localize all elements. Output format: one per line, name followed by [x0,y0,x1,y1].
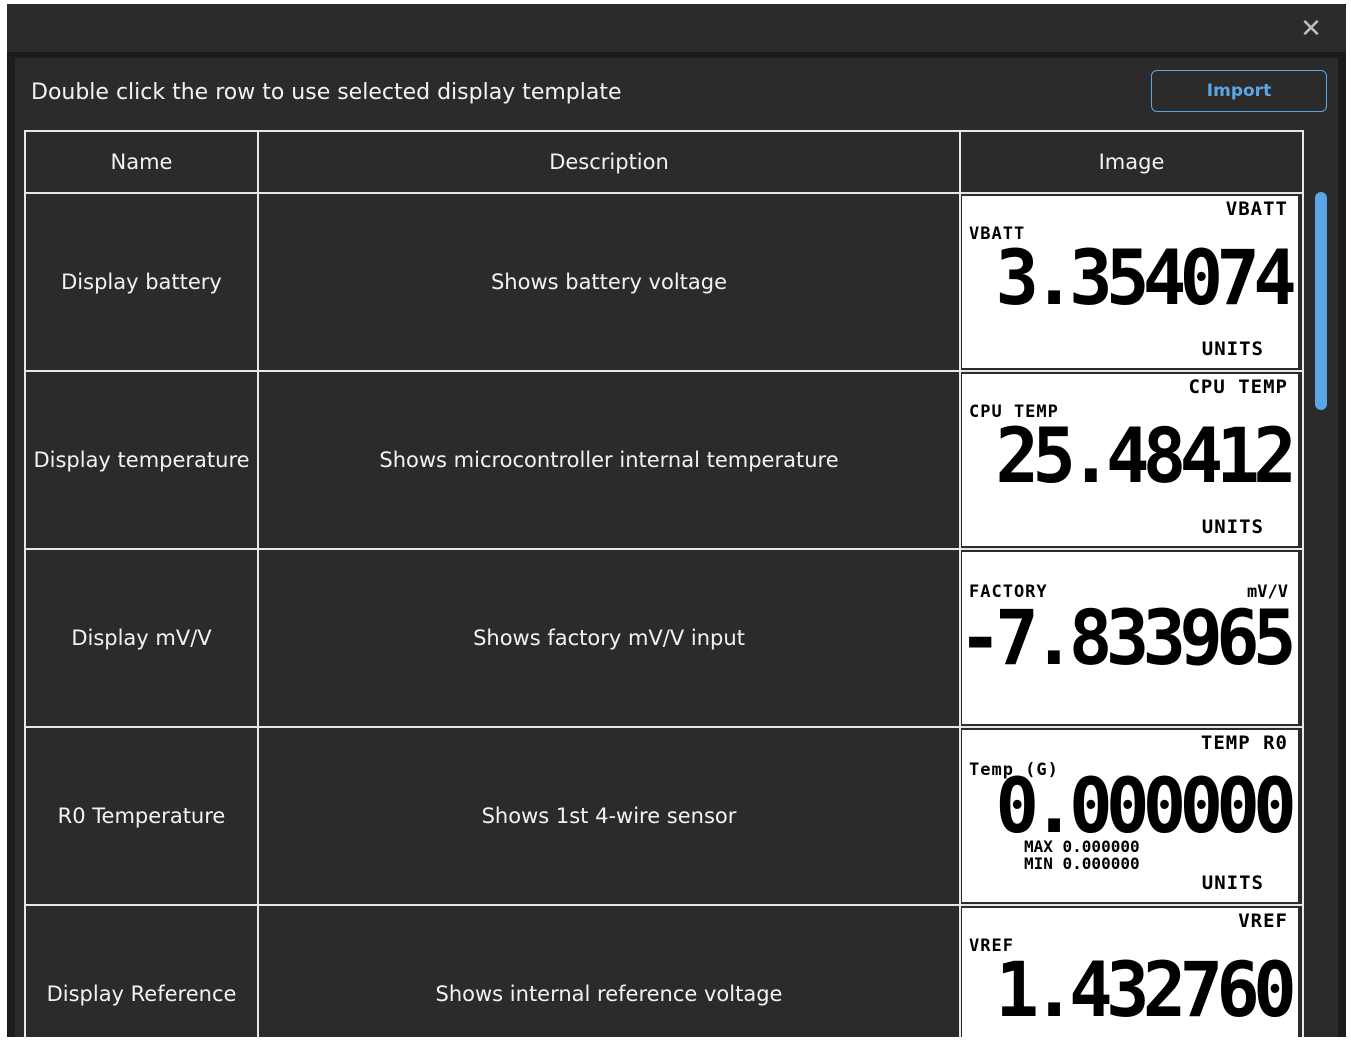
lcd-units: UNITS [1201,872,1264,894]
table-row[interactable]: Display temperature Shows microcontrolle… [24,370,1304,550]
templates-table-container: Name Description Image Display battery S… [24,130,1304,1037]
lcd-preview: VBATT VBATT 3.354074 UNITS [962,196,1298,368]
title-bar: ✕ [7,4,1346,52]
table-header-row: Name Description Image [24,130,1304,194]
lcd-title: TEMP R0 [1200,732,1288,754]
lcd-preview: FACTORY mV/V -7.833965 [962,552,1298,724]
scrollbar-thumb[interactable] [1315,192,1327,410]
lcd-value: -7.833965 [962,593,1297,682]
import-button[interactable]: Import [1151,70,1327,112]
lcd-value: 25.48412 [995,411,1296,500]
cell-description: Shows internal reference voltage [257,904,961,1037]
table-row[interactable]: R0 Temperature Shows 1st 4-wire sensor T… [24,726,1304,906]
table-row[interactable]: Display Reference Shows internal referen… [24,904,1304,1037]
cell-image: VREF VREF 1.432760 [959,904,1304,1037]
lcd-units: UNITS [1201,338,1264,360]
lcd-value: 1.432760 [995,945,1296,1034]
lcd-value: 3.354074 [995,233,1296,322]
cell-name: R0 Temperature [24,726,259,906]
instructions-text: Double click the row to use selected dis… [31,80,622,105]
lcd-units: UNITS [1201,516,1264,538]
lcd-title: VREF [1238,910,1288,932]
table-row[interactable]: Display battery Shows battery voltage VB… [24,192,1304,372]
cell-name: Display Reference [24,904,259,1037]
lcd-title: VBATT [1225,198,1288,220]
cell-image: FACTORY mV/V -7.833965 [959,548,1304,728]
lcd-title: CPU TEMP [1188,376,1288,398]
cell-description: Shows factory mV/V input [257,548,961,728]
lcd-preview: TEMP R0 Temp (G) 0.000000 MAX 0.000000 M… [962,730,1298,902]
cell-image: CPU TEMP CPU TEMP 25.48412 UNITS [959,370,1304,550]
cell-name: Display mV/V [24,548,259,728]
table-row[interactable]: Display mV/V Shows factory mV/V input FA… [24,548,1304,728]
lcd-preview: VREF VREF 1.432760 [962,908,1298,1037]
cell-name: Display battery [24,192,259,372]
lcd-max: MAX 0.000000 [1024,837,1140,856]
close-icon[interactable]: ✕ [1296,14,1326,44]
dialog-content: Double click the row to use selected dis… [15,58,1338,1037]
cell-description: Shows microcontroller internal temperatu… [257,370,961,550]
dialog-window: ✕ Double click the row to use selected d… [7,4,1346,1037]
column-header-image[interactable]: Image [959,130,1304,194]
cell-description: Shows battery voltage [257,192,961,372]
lcd-value: 0.000000 [995,761,1296,850]
lcd-min: MIN 0.000000 [1024,854,1140,873]
column-header-name[interactable]: Name [24,130,259,194]
cell-image: VBATT VBATT 3.354074 UNITS [959,192,1304,372]
column-header-description[interactable]: Description [257,130,961,194]
lcd-preview: CPU TEMP CPU TEMP 25.48412 UNITS [962,374,1298,546]
templates-table: Name Description Image Display battery S… [24,130,1304,1037]
cell-image: TEMP R0 Temp (G) 0.000000 MAX 0.000000 M… [959,726,1304,906]
vertical-scrollbar[interactable] [1311,192,1329,1037]
cell-description: Shows 1st 4-wire sensor [257,726,961,906]
cell-name: Display temperature [24,370,259,550]
